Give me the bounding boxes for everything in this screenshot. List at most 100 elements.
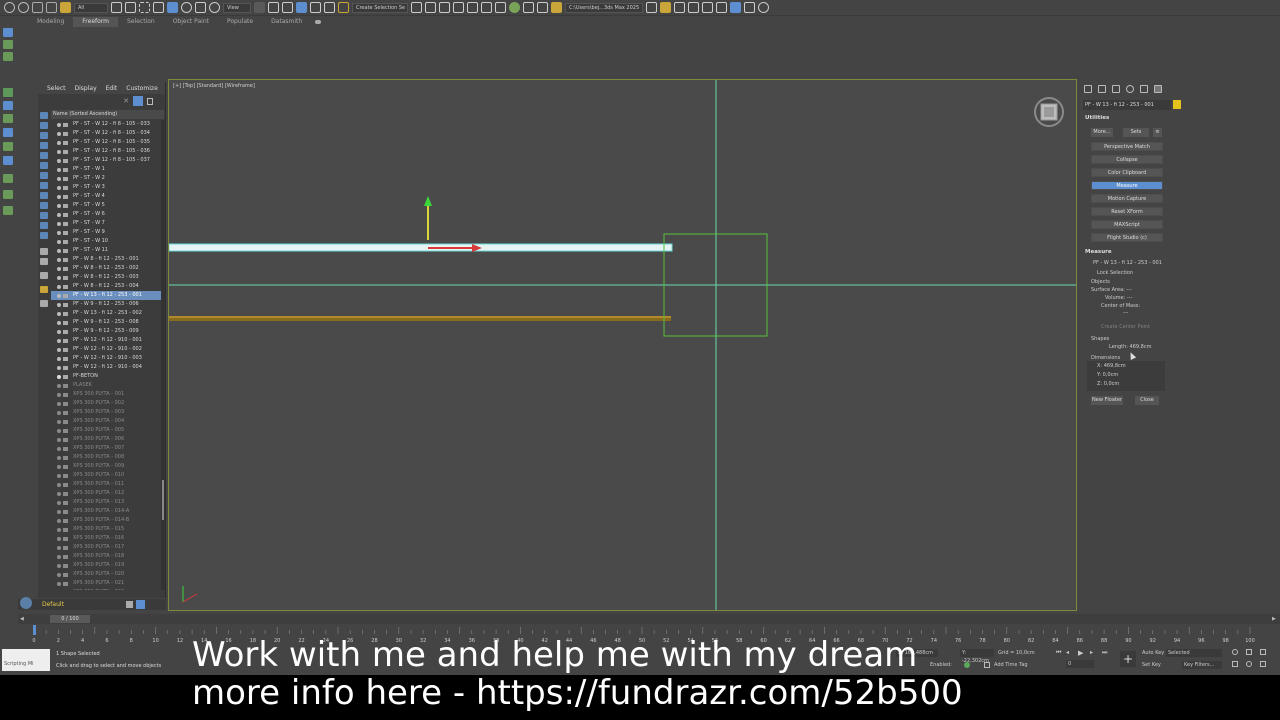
angle-snap-icon[interactable] — [296, 2, 307, 13]
visibility-icon[interactable] — [51, 320, 73, 326]
paint-icon[interactable] — [3, 88, 13, 97]
visibility-icon[interactable] — [51, 239, 73, 245]
project-folder-icon[interactable] — [646, 2, 657, 13]
hierarchy-icon[interactable] — [3, 52, 13, 61]
visibility-icon[interactable] — [51, 212, 73, 218]
bone-filter-icon[interactable] — [40, 202, 48, 209]
tab-selection[interactable]: Selection — [118, 17, 164, 27]
list-item[interactable]: XPS 300 PLYTA - 020 — [51, 570, 161, 579]
prev-frame-icon[interactable]: ◂ — [1066, 649, 1069, 656]
visibility-icon[interactable] — [51, 455, 73, 461]
y-coordinate-field[interactable]: Y: -22,302cm — [960, 649, 994, 664]
visibility-icon[interactable] — [51, 194, 73, 200]
list-item[interactable]: XPS 300 PLYTA - 014-A — [51, 507, 161, 516]
key-filters-button[interactable]: Key Filters... — [1182, 661, 1222, 669]
camera-filter-icon[interactable] — [40, 152, 48, 159]
list-item[interactable]: XPS 300 PLYTA - 008 — [51, 453, 161, 462]
list-item[interactable]: PF - W 12 - fi 12 - 910 - 001 — [51, 336, 161, 345]
grid-icon[interactable] — [3, 156, 13, 165]
clear-filter-icon[interactable]: ✕ — [123, 97, 129, 105]
explorer-column-header[interactable]: Name (Sorted Ascending) — [51, 110, 164, 119]
visibility-icon[interactable] — [51, 230, 73, 236]
shape-filter-icon[interactable] — [40, 132, 48, 139]
folder-save-icon[interactable] — [674, 2, 685, 13]
filter-icon[interactable] — [133, 96, 143, 106]
key-mode-icon[interactable]: + — [1120, 651, 1136, 667]
select-object-icon[interactable] — [111, 2, 122, 13]
scene-explorer-icon[interactable] — [439, 2, 450, 13]
layer-explorer-icon[interactable] — [453, 2, 464, 13]
list-item[interactable]: PF - W 13 - fi 12 - 253 - 001 — [51, 291, 161, 300]
time-slider[interactable]: ◀ 0 / 100 ▶ — [18, 614, 1280, 624]
help-icon[interactable] — [758, 2, 769, 13]
visibility-icon[interactable] — [51, 392, 73, 398]
bind-space-warp-icon[interactable] — [60, 2, 71, 13]
visibility-icon[interactable] — [51, 437, 73, 443]
list-item[interactable]: PF - W 8 - fi 12 - 253 - 004 — [51, 282, 161, 291]
visibility-icon[interactable] — [51, 410, 73, 416]
project-path-field[interactable]: C:\Users\bej...3ds Max 2025 — [565, 2, 643, 13]
more-button[interactable]: More... — [1091, 128, 1113, 137]
visibility-icon[interactable] — [51, 140, 73, 146]
list-item[interactable]: PF - ST - W 1 — [51, 165, 161, 174]
list-item[interactable]: XPS 300 PLYTA - 018 — [51, 552, 161, 561]
visibility-icon[interactable] — [51, 554, 73, 560]
undo-icon[interactable] — [4, 2, 15, 13]
utilities-rollout-title[interactable]: Utilities — [1085, 115, 1109, 121]
visibility-icon[interactable] — [51, 266, 73, 272]
list-item[interactable]: XPS 300 PLYTA - 021 — [51, 579, 161, 588]
select-manipulate-icon[interactable] — [268, 2, 279, 13]
viewport-label[interactable]: [+] [Top] [Standard] [Wireframe] — [173, 83, 255, 89]
utilities-tab-icon[interactable] — [1154, 85, 1162, 93]
go-to-start-icon[interactable]: ⏮ — [1056, 649, 1061, 657]
visibility-icon[interactable] — [51, 203, 73, 209]
visibility-icon[interactable] — [51, 158, 73, 164]
visibility-icon[interactable] — [51, 473, 73, 479]
tab-object-paint[interactable]: Object Paint — [164, 17, 218, 27]
visibility-icon[interactable] — [51, 356, 73, 362]
pivot-center-icon[interactable] — [254, 2, 265, 13]
light-filter-icon[interactable] — [40, 142, 48, 149]
visibility-icon[interactable] — [51, 293, 73, 299]
unlink-icon[interactable] — [46, 2, 57, 13]
visibility-icon[interactable] — [51, 428, 73, 434]
auto-key-button[interactable]: Auto Key — [1142, 650, 1164, 656]
visibility-icon[interactable] — [51, 248, 73, 254]
render-icon[interactable] — [551, 2, 562, 13]
list-item[interactable]: XPS 300 PLYTA - 007 — [51, 444, 161, 453]
viewport-canvas[interactable] — [169, 80, 1077, 611]
spacing-icon[interactable] — [3, 190, 13, 199]
reset-xform-button[interactable]: Reset XForm — [1091, 207, 1163, 216]
list-item[interactable]: XPS 300 PLYTA - 016 — [51, 534, 161, 543]
list-item[interactable]: XPS 300 PLYTA - 019 — [51, 561, 161, 570]
scale-icon[interactable] — [195, 2, 206, 13]
maximize-viewport-icon[interactable] — [1260, 661, 1266, 667]
current-frame-marker[interactable] — [33, 625, 36, 635]
rendered-frame-icon[interactable] — [537, 2, 548, 13]
material-editor-icon[interactable] — [509, 2, 520, 13]
zoom-extents-icon[interactable] — [1260, 649, 1266, 655]
align-icon[interactable] — [3, 114, 13, 123]
selection-filter-dropdown[interactable]: All — [74, 2, 108, 13]
collapse-button[interactable]: Collapse — [1091, 155, 1163, 164]
menu-display[interactable]: Display — [75, 85, 97, 92]
menu-edit[interactable]: Edit — [106, 85, 118, 92]
curve-editor-icon[interactable] — [481, 2, 492, 13]
xref-filter-icon[interactable] — [40, 192, 48, 199]
geometry-filter-icon[interactable] — [40, 122, 48, 129]
named-selection-dropdown[interactable]: Create Selection Se — [352, 2, 408, 13]
modify-tab-icon[interactable] — [1098, 85, 1106, 93]
list-item[interactable]: PF - ST - W 12 - fi 8 - 105 - 035 — [51, 138, 161, 147]
key-set-dropdown[interactable]: Selected — [1166, 649, 1222, 657]
select-by-name-icon[interactable] — [125, 2, 136, 13]
link-icon[interactable] — [32, 2, 43, 13]
helper-filter-icon[interactable] — [40, 162, 48, 169]
measure-rollout-title[interactable]: Measure — [1085, 249, 1112, 255]
list-item[interactable]: XPS 300 PLYTA - 005 — [51, 426, 161, 435]
list-item[interactable]: XPS 300 PLYTA - 001 — [51, 390, 161, 399]
list-item[interactable]: PF - ST - W 12 - fi 8 - 105 - 034 — [51, 129, 161, 138]
place-icon[interactable] — [209, 2, 220, 13]
list-item[interactable]: PF - W 8 - fi 12 - 253 - 002 — [51, 264, 161, 273]
layer-menu-icon[interactable] — [126, 601, 133, 608]
perspective-match-button[interactable]: Perspective Match — [1091, 142, 1163, 151]
